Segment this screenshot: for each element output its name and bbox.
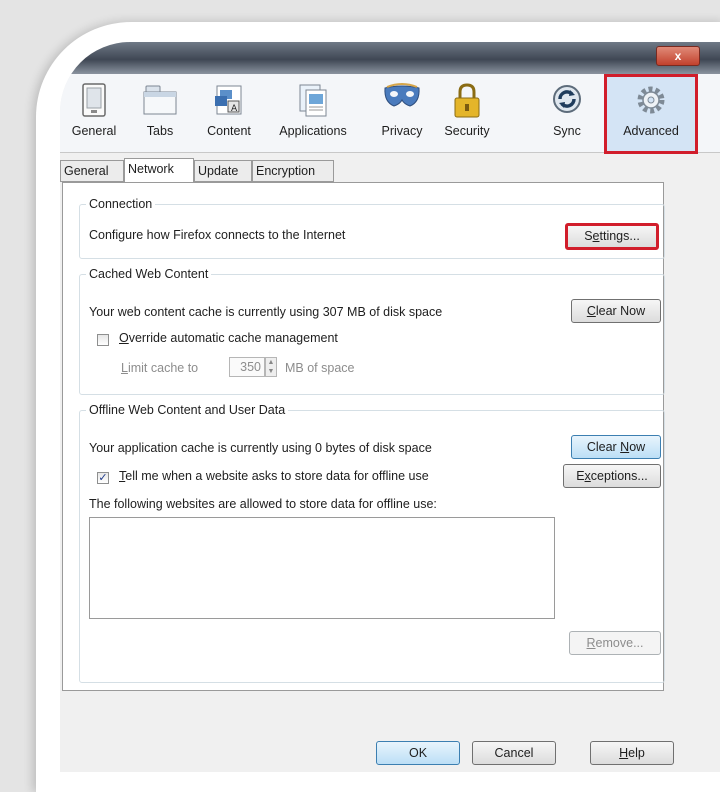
- toolbar-label-privacy: Privacy: [381, 124, 423, 138]
- cache-size-spinner[interactable]: ▲ ▼: [265, 357, 277, 377]
- override-cache-label: Override automatic cache management: [119, 331, 338, 345]
- cancel-button[interactable]: Cancel: [472, 741, 556, 765]
- dialog-footer: OK Cancel Help: [60, 692, 720, 772]
- cache-size-unit: MB of space: [285, 361, 355, 375]
- toolbar-item-privacy[interactable]: Privacy: [370, 74, 434, 152]
- limit-cache-label: Limit cache to: [121, 361, 199, 375]
- preferences-toolbar: General Tabs A Content Applications Priv…: [60, 74, 720, 154]
- toolbar-item-sync[interactable]: Sync: [542, 74, 592, 152]
- svg-text:A: A: [231, 104, 238, 114]
- privacy-mask-icon: [384, 83, 420, 107]
- override-cache-checkbox[interactable]: [97, 334, 109, 346]
- toolbar-item-advanced[interactable]: Advanced: [606, 74, 696, 152]
- clear-cache-button[interactable]: Clear Now: [571, 299, 661, 323]
- options-dialog: x General Tabs A Content Applications Pr…: [60, 42, 720, 772]
- applications-icon: [299, 84, 327, 117]
- help-button[interactable]: Help: [590, 741, 674, 765]
- settings-button[interactable]: Settings...: [565, 223, 659, 250]
- tab-encryption[interactable]: Encryption: [252, 160, 334, 182]
- toolbar-label-security: Security: [444, 124, 490, 138]
- toolbar-item-applications[interactable]: Applications: [266, 74, 360, 152]
- remove-button[interactable]: Remove...: [569, 631, 661, 655]
- allowed-sites-list[interactable]: [89, 517, 555, 619]
- title-bar: x: [60, 42, 720, 74]
- cache-description: Your web content cache is currently usin…: [89, 305, 443, 319]
- tabs-icon: [143, 85, 177, 115]
- clear-offline-button[interactable]: Clear Now: [571, 435, 661, 459]
- toolbar-label-applications: Applications: [279, 124, 347, 138]
- network-panel: Connection Configure how Firefox connect…: [62, 182, 665, 691]
- tab-network[interactable]: Network: [124, 158, 194, 183]
- toolbar-label-general: General: [71, 124, 117, 138]
- connection-legend: Connection: [89, 197, 153, 211]
- gear-icon: [637, 86, 665, 114]
- close-button[interactable]: x: [656, 46, 700, 66]
- padlock-icon: [454, 83, 480, 118]
- exceptions-button[interactable]: Exceptions...: [563, 464, 661, 488]
- toolbar-item-general[interactable]: General: [64, 74, 124, 152]
- toolbar-label-sync: Sync: [553, 124, 581, 138]
- cache-legend: Cached Web Content: [89, 267, 209, 281]
- cache-size-input[interactable]: 350: [229, 357, 265, 377]
- tab-update[interactable]: Update: [194, 160, 252, 182]
- toolbar-label-content: Content: [207, 124, 251, 138]
- toolbar-label-advanced: Advanced: [623, 124, 679, 138]
- toolbar-item-security[interactable]: Security: [434, 74, 500, 152]
- connection-description: Configure how Firefox connects to the In…: [89, 228, 346, 242]
- allowed-sites-label: The following websites are allowed to st…: [89, 497, 437, 511]
- ok-button[interactable]: OK: [376, 741, 460, 765]
- tell-me-label: Tell me when a website asks to store dat…: [119, 469, 429, 483]
- toolbar-item-content[interactable]: A Content: [196, 74, 262, 152]
- toolbar-label-tabs: Tabs: [146, 124, 174, 138]
- offline-description: Your application cache is currently usin…: [89, 441, 432, 455]
- content-icon: A: [215, 85, 242, 115]
- general-icon: [82, 83, 106, 117]
- toolbar-item-tabs[interactable]: Tabs: [136, 74, 184, 152]
- tell-me-checkbox[interactable]: ✓: [97, 472, 109, 484]
- sync-icon: [553, 85, 581, 113]
- tab-general[interactable]: General: [60, 160, 124, 182]
- offline-legend: Offline Web Content and User Data: [89, 403, 286, 417]
